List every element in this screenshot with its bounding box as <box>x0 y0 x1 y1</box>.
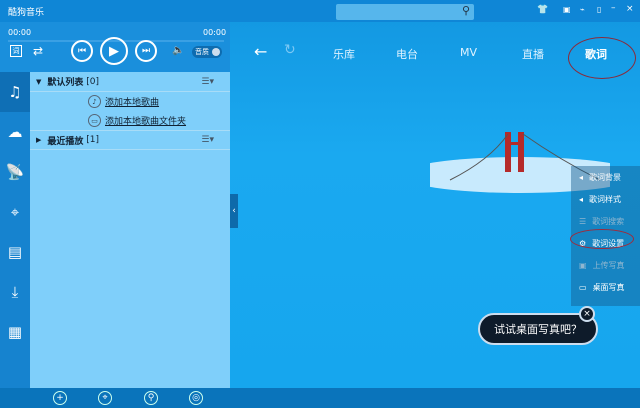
plugin-icon[interactable]: ⌁ <box>580 5 585 14</box>
repeat-icon[interactable]: ⇄ <box>33 44 43 58</box>
app-title: 酷狗音乐 <box>8 8 45 18</box>
tab-library[interactable]: 乐库 <box>333 46 355 62</box>
add-local-songs-link[interactable]: ♪ 添加本地歌曲 <box>30 92 230 111</box>
sidebar-item-apps[interactable]: ▦ <box>0 312 30 352</box>
tip-close-button[interactable]: × <box>579 306 595 322</box>
play-button[interactable]: ▶ <box>100 37 128 65</box>
bottom-bar <box>0 388 640 408</box>
upload-photo-icon: ▣ <box>579 260 587 270</box>
group-menu-icon[interactable]: ☰▾ <box>201 77 214 87</box>
menu-label: 桌面写真 <box>592 282 625 292</box>
sound-quality-label: 音质 <box>195 48 209 56</box>
back-arrow-icon[interactable]: ← <box>254 42 267 61</box>
close-button[interactable]: × <box>626 4 634 14</box>
menu-lyrics-style[interactable]: ◂ 歌词样式 <box>571 188 640 210</box>
radio-tower-icon: 📡 <box>5 163 25 181</box>
minimize-button[interactable]: – <box>611 3 616 13</box>
tab-radio[interactable]: 电台 <box>396 46 418 62</box>
menu-label: 歌词背景 <box>589 172 622 182</box>
sidebar: ♫ ☁ 📡 ⌖ ▤ ⤓ ▦ <box>0 72 30 388</box>
group-label: 默认列表 <box>47 78 84 88</box>
refresh-icon[interactable]: ↻ <box>284 42 296 58</box>
music-note-icon: ♫ <box>8 83 22 101</box>
add-icon[interactable]: + <box>53 391 67 405</box>
message-icon[interactable]: ▣ <box>563 5 571 14</box>
previous-button[interactable]: ⏮ <box>71 40 93 62</box>
arrow-left-icon: ◂ <box>579 172 584 182</box>
highlight-circle <box>568 37 636 79</box>
download-icon: ⤓ <box>11 283 19 301</box>
highlight-circle <box>570 229 634 249</box>
sidebar-item-radio[interactable]: 📡 <box>0 152 30 192</box>
document-icon: ▤ <box>7 243 23 261</box>
menu-upload-photo[interactable]: ▣ 上传写真 <box>571 254 640 276</box>
current-time: 00:00 <box>8 28 32 37</box>
settings-icon[interactable]: ◎ <box>189 391 203 405</box>
tip-text: 试试桌面写真吧？ <box>494 323 582 336</box>
search-icon[interactable]: ⚲ <box>144 391 158 405</box>
cloud-icon: ☁ <box>7 123 23 141</box>
group-menu-icon[interactable]: ☰▾ <box>201 135 214 145</box>
playlist-group-default[interactable]: ▼ 默认列表 [0] ☰▾ <box>30 72 230 92</box>
tab-mv[interactable]: MV <box>460 46 477 59</box>
lyrics-toggle-icon[interactable]: 词 <box>10 45 22 57</box>
location-pin-icon: ⌖ <box>10 203 20 221</box>
total-time: 00:00 <box>203 28 227 37</box>
apps-grid-icon: ▦ <box>7 323 23 341</box>
sound-quality-toggle[interactable]: 音质 <box>192 46 222 58</box>
group-label: 最近播放 <box>47 136 84 147</box>
add-local-songs-label: 添加本地歌曲 <box>105 98 160 108</box>
next-button[interactable]: ⏭ <box>135 40 157 62</box>
expand-icon: ▼ <box>36 77 42 86</box>
collapse-icon: ▶ <box>36 136 42 144</box>
add-local-folder-link[interactable]: ▭ 添加本地歌曲文件夹 <box>30 111 230 130</box>
search-icon[interactable]: ⚲ <box>462 4 470 17</box>
search-input[interactable]: ⚲ <box>336 4 474 20</box>
toggle-knob <box>212 48 220 56</box>
menu-label: 歌词样式 <box>589 194 622 204</box>
sidebar-item-library[interactable]: ▤ <box>0 232 30 272</box>
menu-lyrics-background[interactable]: ◂ 歌词背景 <box>571 166 640 188</box>
arrow-left-icon: ◂ <box>579 194 584 204</box>
menu-desktop-photo[interactable]: ▭ 桌面写真 <box>571 276 640 298</box>
collapse-panel-handle[interactable]: ‹ <box>230 194 238 228</box>
locate-icon[interactable]: ⌖ <box>98 391 112 405</box>
menu-label: 歌词搜索 <box>592 216 625 226</box>
sidebar-item-download[interactable]: ⤓ <box>0 272 30 312</box>
sidebar-item-location[interactable]: ⌖ <box>0 192 30 232</box>
menu-label: 上传写真 <box>592 260 625 270</box>
playlist-group-recent[interactable]: ▶ 最近播放 [1] ☰▾ <box>30 130 230 150</box>
sidebar-item-cloud[interactable]: ☁ <box>0 112 30 152</box>
playlist-panel: ▼ 默认列表 [0] ☰▾ ♪ 添加本地歌曲 ▭ 添加本地歌曲文件夹 ▶ 最近播放 [1]… <box>30 72 230 388</box>
skin-icon[interactable]: 👕 <box>537 5 548 15</box>
volume-icon[interactable]: 🔈 <box>172 45 184 56</box>
add-local-folder-label: 添加本地歌曲文件夹 <box>105 117 187 127</box>
group-count: [1] <box>86 135 100 145</box>
group-count: [0] <box>86 76 100 87</box>
sidebar-item-music[interactable]: ♫ <box>0 72 30 112</box>
folder-add-icon: ▭ <box>88 114 101 127</box>
search-list-icon: ☰ <box>579 216 587 226</box>
music-add-icon: ♪ <box>88 95 101 108</box>
desktop-icon: ▭ <box>579 282 587 292</box>
tab-live[interactable]: 直播 <box>522 46 544 62</box>
mobile-icon[interactable]: ▯ <box>597 5 601 14</box>
